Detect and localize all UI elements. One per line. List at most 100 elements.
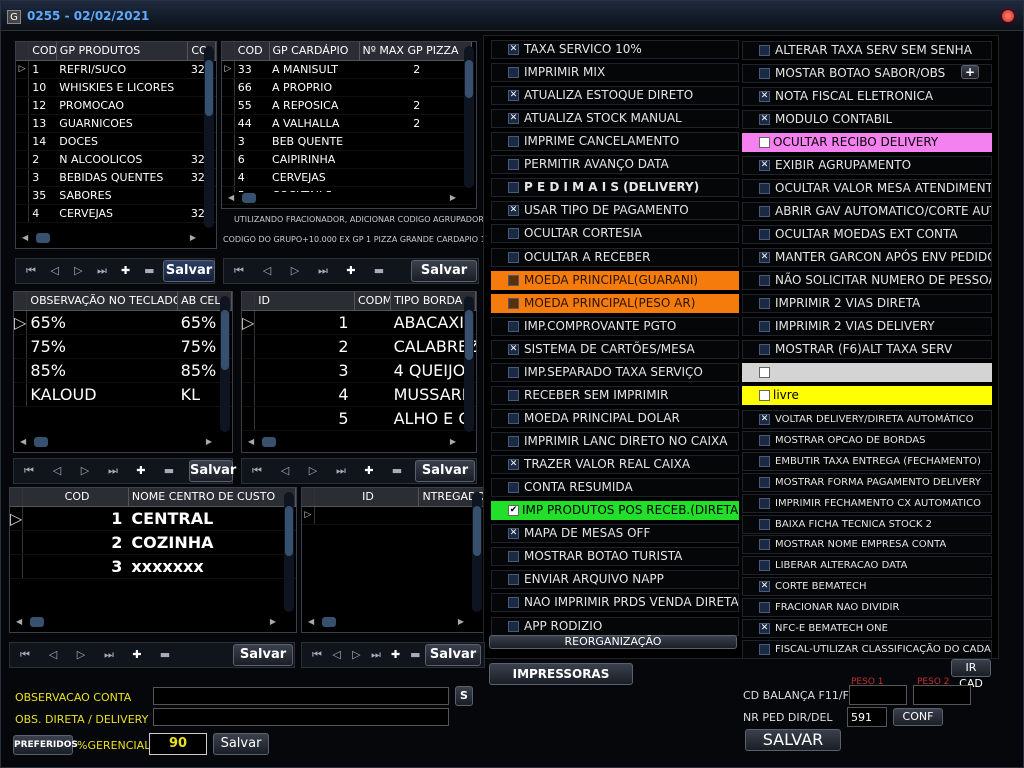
checkbox[interactable] (759, 477, 770, 488)
checkbox[interactable] (759, 183, 770, 194)
table-row[interactable]: 3 BEBIDAS QUENTES 321 (16, 168, 216, 187)
option-options_left-7[interactable]: ✕ USAR TIPO DE PAGAMENTO (491, 201, 739, 220)
option-options_right-25[interactable]: FRACIONAR NAO DIVIDIR (742, 598, 992, 617)
last-icon[interactable]: ⏭ (367, 647, 385, 663)
column-header[interactable]: TIPO BORDA A (390, 292, 476, 311)
option-options_left-24[interactable]: NAO IMPRIMIR PRDS VENDA DIRETA (491, 593, 739, 612)
delete-icon[interactable]: ▬ (140, 263, 158, 279)
table-row[interactable]: 2 COZINHA (10, 530, 296, 555)
scroll-thumb[interactable] (221, 310, 229, 370)
salvar-button[interactable]: Salvar (425, 644, 481, 666)
option-options_left-23[interactable]: ENVIAR ARQUIVO NAPP (491, 570, 739, 589)
last-icon[interactable]: ⏭ (100, 647, 118, 663)
table-row[interactable]: 3 4 QUEIJO (242, 358, 476, 383)
option-options_right-6[interactable]: OCULTAR VALOR MESA ATENDIMENTO (742, 179, 992, 198)
checkbox[interactable]: ✕ (759, 91, 770, 102)
table-row[interactable]: ▷ 1 REFRI/SUCO 321 (16, 60, 216, 79)
impressoras-button[interactable]: IMPRESSORAS (489, 663, 633, 685)
scroll-thumb[interactable] (34, 437, 48, 447)
grid-observacao[interactable]: OBSERVAÇÃO NO TECLADO AB CEL ▷ 65% 65% 75% 75%… (13, 291, 233, 453)
option-options_left-6[interactable]: P E D I M A I S (DELIVERY) (491, 178, 739, 197)
delete-icon[interactable]: ▬ (156, 647, 174, 663)
column-header[interactable]: CODM (354, 292, 392, 311)
grid-entregador[interactable]: ID NTREGADO ▷ ◀ ▶ (301, 487, 485, 633)
checkbox[interactable] (508, 390, 519, 401)
option-options_left-18[interactable]: ✕ TRAZER VALOR REAL CAIXA (491, 455, 739, 474)
table-row[interactable]: 13 GUARNICOES (16, 114, 216, 133)
last-icon[interactable]: ⏭ (314, 263, 332, 279)
next-icon[interactable]: ▷ (286, 263, 304, 279)
checkbox[interactable] (508, 298, 519, 309)
horizontal-scrollbar[interactable]: ◀ ▶ (224, 192, 460, 204)
grid-gp-cardapio[interactable]: COD GP CARDÁPIO Nº MAX GP PIZZA ▷ 33 A MANISU… (221, 41, 477, 209)
delete-icon[interactable]: ▬ (160, 463, 178, 479)
column-header[interactable]: ID (254, 292, 355, 311)
option-options_right-21[interactable]: BAIXA FICHA TECNICA STOCK 2 (742, 515, 992, 534)
first-icon[interactable]: ⏮ (248, 463, 266, 479)
checkbox[interactable] (759, 321, 770, 332)
table-row[interactable]: 3 xxxxxxx (10, 554, 296, 579)
scroll-left-icon[interactable]: ◀ (22, 233, 28, 242)
table-row[interactable]: 85% 85% (14, 358, 232, 383)
checkbox[interactable] (508, 413, 519, 424)
next-icon[interactable]: ▷ (72, 647, 90, 663)
checkbox[interactable] (508, 621, 519, 632)
horizontal-scrollbar[interactable]: ◀ ▶ (18, 232, 200, 244)
option-options_left-10[interactable]: MOEDA PRINCIPAL(GUARANI) (491, 271, 739, 290)
table-row[interactable]: 75% 75% (14, 334, 232, 359)
table-row[interactable]: ▷ 65% 65% (14, 310, 232, 335)
table-row[interactable]: 4 CERVEJAS 321 (16, 204, 216, 223)
option-options_right-12[interactable]: IMPRIMIR 2 VIAS DELIVERY (742, 317, 992, 336)
option-options_left-5[interactable]: PERMITIR AVANÇO DATA (491, 155, 739, 174)
scroll-thumb[interactable] (473, 506, 481, 556)
last-icon[interactable]: ⏭ (104, 463, 122, 479)
option-options_left-19[interactable]: CONTA RESUMIDA (491, 478, 739, 497)
checkbox[interactable] (759, 298, 770, 309)
checkbox[interactable] (759, 68, 770, 79)
last-icon[interactable]: ⏭ (332, 463, 350, 479)
option-options_left-16[interactable]: MOEDA PRINCIPAL DOLAR (491, 409, 739, 428)
horizontal-scrollbar[interactable]: ◀ ▶ (16, 436, 216, 448)
option-options_right-22[interactable]: MOSTRAR NOME EMPRESA CONTA (742, 535, 992, 554)
option-options_right-27[interactable]: FISCAL-UTILIZAR CLASSIFICAÇÃO DO CADASTR… (742, 640, 992, 659)
table-row[interactable]: 14 DOCES (16, 132, 216, 151)
scroll-right-icon[interactable]: ▶ (450, 193, 456, 202)
insert-icon[interactable]: ✚ (128, 647, 146, 663)
table-row[interactable]: ▷ 1 CENTRAL (10, 506, 296, 531)
reorganizacao-button[interactable]: REORGANIZAÇÃO (489, 635, 737, 649)
option-options_right-15[interactable]: livre (742, 386, 992, 405)
nr-ped-input[interactable]: 591 (847, 707, 887, 727)
option-options_left-0[interactable]: ✕ TAXA SERVICO 10% (491, 40, 739, 59)
prior-icon[interactable]: ◁ (48, 463, 66, 479)
checkbox[interactable] (759, 367, 770, 378)
option-options_right-9[interactable]: ✕ MANTER GARCON APÓS ENV PEDIDO (742, 248, 992, 267)
prior-icon[interactable]: ◁ (44, 647, 62, 663)
option-options_right-24[interactable]: ✕ CORTE BEMATECH (742, 577, 992, 596)
option-options_right-4[interactable]: OCULTAR RECIBO DELIVERY (742, 133, 992, 152)
scroll-right-icon[interactable]: ▶ (190, 233, 196, 242)
scroll-left-icon[interactable]: ◀ (16, 617, 22, 626)
table-row[interactable]: ▷ (302, 506, 484, 525)
checkbox[interactable] (508, 551, 519, 562)
option-options_right-8[interactable]: OCULTAR MOEDAS EXT CONTA (742, 225, 992, 244)
option-options_right-2[interactable]: ✕ NOTA FISCAL ELETRONICA (742, 87, 992, 106)
scroll-thumb[interactable] (36, 233, 50, 243)
next-icon[interactable]: ▷ (76, 463, 94, 479)
table-row[interactable]: 12 PROMOCAO (16, 96, 216, 115)
table-row[interactable]: 4 CERVEJAS (222, 168, 472, 187)
first-icon[interactable]: ⏮ (230, 263, 248, 279)
checkbox[interactable] (759, 602, 770, 613)
option-options_left-8[interactable]: OCULTAR CORTESIA (491, 224, 739, 243)
table-row[interactable]: 6 CAIPIRINHA (222, 150, 472, 169)
checkbox[interactable]: ✕ (508, 90, 519, 101)
insert-icon[interactable]: ✚ (387, 647, 405, 663)
vertical-scrollbar[interactable] (284, 492, 294, 612)
option-options_right-1[interactable]: MOSTAR BOTAO SABOR/OBS (742, 64, 992, 83)
option-options_right-19[interactable]: MOSTRAR FORMA PAGAMENTO DELIVERY (742, 473, 992, 492)
checkbox[interactable]: ✕ (759, 160, 770, 171)
table-row[interactable]: ▷ 1 ABACAXI (242, 310, 476, 335)
scroll-left-icon[interactable]: ◀ (248, 437, 254, 446)
option-options_right-13[interactable]: MOSTRAR (F6)ALT TAXA SERV (742, 340, 992, 359)
checkbox[interactable]: ✔ (508, 505, 519, 516)
column-header[interactable]: ID (314, 488, 420, 507)
